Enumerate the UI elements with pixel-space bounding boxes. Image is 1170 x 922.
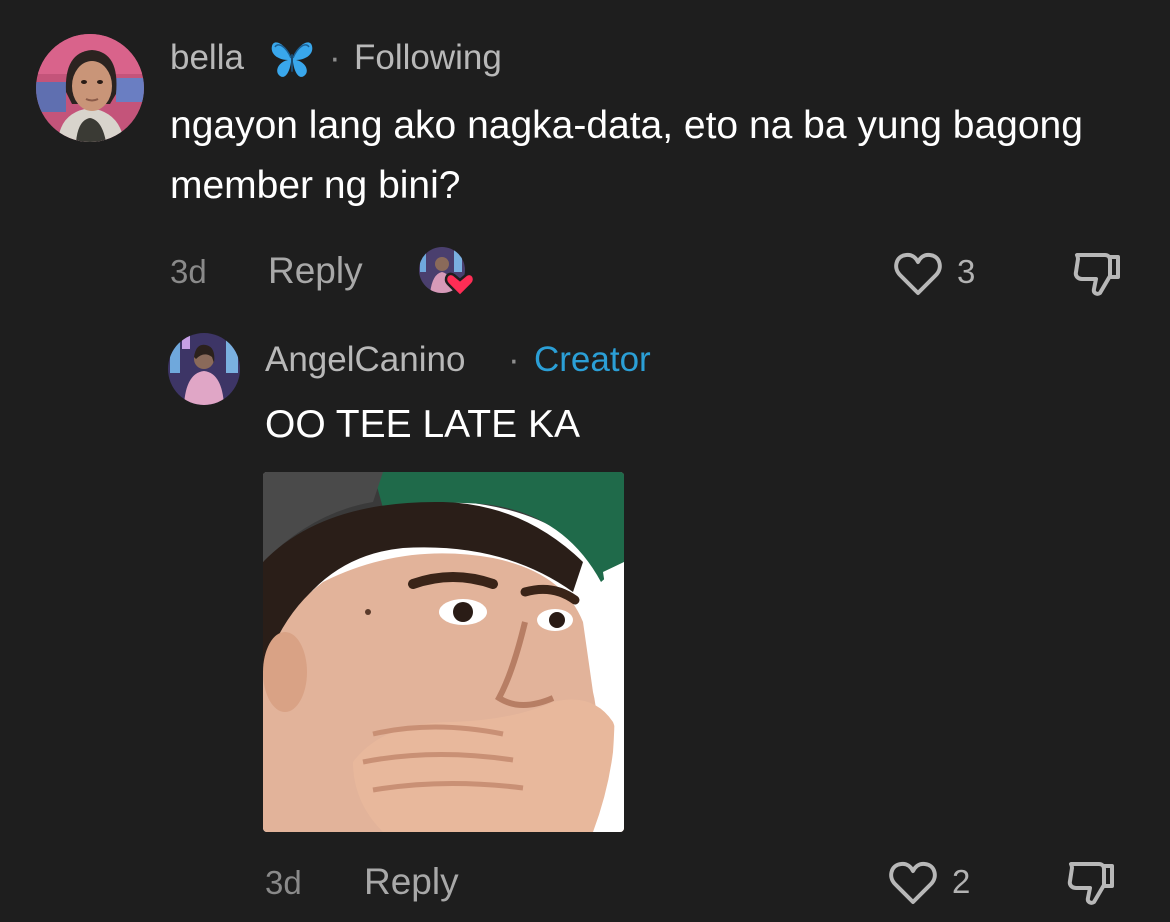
reply-button[interactable]: Reply: [268, 250, 363, 292]
comment-text: ngayon lang ako nagka-data, eto na ba yu…: [170, 104, 1083, 207]
like-button[interactable]: [891, 250, 945, 298]
creator-badge: Creator: [534, 340, 651, 379]
comment-username[interactable]: bella: [170, 38, 244, 78]
heart-outline-icon: [894, 252, 942, 295]
reply-timestamp: 3d: [265, 864, 302, 901]
following-label: Following: [354, 38, 502, 77]
reply-text: OO TEE LATE KA: [265, 403, 580, 446]
reply-reply-button[interactable]: Reply: [364, 861, 459, 903]
reply-like-button[interactable]: [886, 859, 940, 907]
butterfly-emoji-icon: [270, 40, 314, 80]
dislike-button[interactable]: [1072, 249, 1124, 299]
user-avatar-angelcanino[interactable]: [168, 333, 240, 405]
like-count: 3: [957, 253, 976, 290]
username-separator: ·: [329, 38, 341, 77]
reply-username-separator: ·: [508, 340, 520, 379]
reaction-sticker-image[interactable]: [263, 472, 624, 832]
user-avatar-bella[interactable]: [36, 34, 144, 142]
reply-username[interactable]: AngelCanino: [265, 340, 465, 380]
heart-outline-icon: [889, 861, 937, 904]
comment-thread: bella · Following ngayon lang ako nagka-…: [0, 0, 1170, 922]
reply-dislike-button[interactable]: [1066, 858, 1118, 908]
comment-timestamp: 3d: [170, 253, 207, 290]
thumbs-down-icon: [1073, 253, 1120, 296]
reply-like-count: 2: [952, 863, 971, 900]
thumbs-down-icon: [1067, 862, 1114, 905]
creator-liked-heart-icon: [418, 246, 476, 298]
